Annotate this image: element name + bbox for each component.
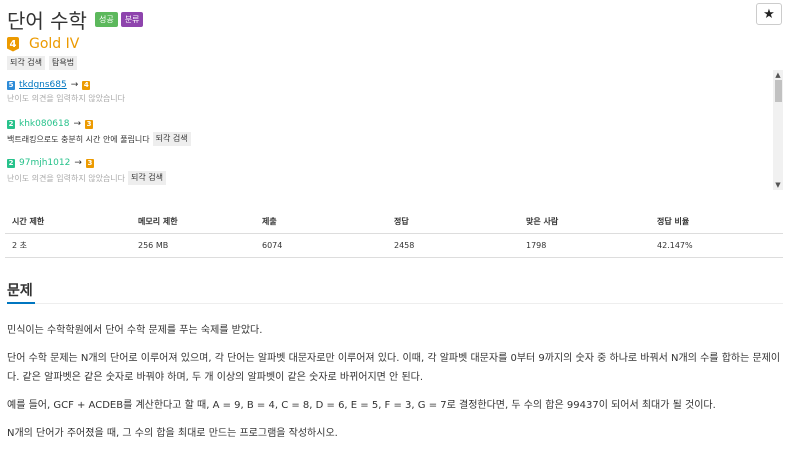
- arrow-icon: →: [73, 119, 82, 129]
- section-divider: [7, 303, 783, 304]
- accept-rate-value: 42.147%: [657, 241, 693, 250]
- accepted-value: 2458: [394, 241, 415, 250]
- opinion-text: 난이도 의견을 입력하지 않았습니다: [7, 173, 126, 183]
- user-level-icon: 2: [7, 158, 15, 168]
- scroll-down-icon[interactable]: ▼: [773, 180, 783, 190]
- header-memory-limit: 메모리 제한: [138, 216, 178, 226]
- star-button[interactable]: ★: [756, 3, 782, 25]
- table-row: 2 초 256 MB 6074 2458 1798 42.147%: [5, 234, 783, 258]
- opinion-text: 난이도 의견을 입력하지 않았습니다: [7, 94, 126, 103]
- description-paragraph: 민식이는 수학학원에서 단어 수학 문제를 푸는 숙제를 받았다.: [7, 325, 263, 336]
- page-title: 단어 수학: [7, 9, 87, 33]
- tier-label[interactable]: Gold IV: [29, 36, 79, 52]
- header-accept-rate: 정답 비율: [657, 216, 690, 226]
- opinion-item: 2 khk080618 → 3 백트래킹으로도 충분히 시간 안에 풀립니다 되…: [7, 119, 195, 146]
- time-limit-value: 2 초: [12, 241, 27, 250]
- description-paragraph: N개의 단어가 주어졌을 때, 그 수의 합을 최대로 만드는 프로그램을 작성…: [7, 428, 338, 439]
- target-level-icon: 4: [82, 80, 91, 90]
- header-solvers: 맞은 사람: [526, 216, 559, 226]
- opinion-user-link[interactable]: khk080618: [19, 119, 69, 129]
- success-badge[interactable]: 성공: [94, 12, 118, 27]
- description-paragraph: 예를 들어, GCF + ACDEB를 계산한다고 할 때, A = 9, B …: [7, 400, 716, 411]
- scroll-up-icon[interactable]: ▲: [773, 70, 783, 80]
- target-level-icon: 3: [85, 158, 94, 168]
- problem-info-table: 시간 제한 메모리 제한 제출 정답 맞은 사람 정답 비율 2 초 256 M…: [5, 209, 783, 258]
- opinion-tag[interactable]: 되각 검색: [128, 171, 167, 185]
- tier-row: 4 Gold IV: [7, 36, 79, 52]
- tag-greedy[interactable]: 탐욕법: [48, 56, 78, 70]
- memory-limit-value: 256 MB: [138, 241, 169, 250]
- section-title: 문제: [7, 283, 33, 299]
- header-time-limit: 시간 제한: [12, 216, 45, 226]
- category-badge[interactable]: 분류: [120, 12, 144, 27]
- opinion-text: 백트래킹으로도 충분히 시간 안에 풀립니다: [7, 134, 150, 144]
- arrow-icon: →: [74, 158, 82, 168]
- section-title-underline: [7, 302, 35, 304]
- opinion-scrollbar[interactable]: ▲ ▼: [773, 70, 783, 190]
- tag-backtracking[interactable]: 되각 검색: [7, 56, 45, 70]
- user-level-icon: 2: [7, 119, 15, 129]
- submissions-value: 6074: [262, 241, 283, 250]
- opinion-tag[interactable]: 되각 검색: [152, 132, 191, 146]
- arrow-icon: →: [70, 80, 79, 90]
- opinion-item: 2 97mjh1012 → 3 난이도 의견을 입력하지 않았습니다 되각 검색: [7, 158, 170, 185]
- opinion-user-link[interactable]: tkdgns685: [19, 80, 67, 90]
- difficulty-opinion-list: 5 tkdgns685 → 4 난이도 의견을 입력하지 않았습니다 2 khk…: [5, 70, 783, 190]
- tag-list: 되각 검색 탐욕법: [7, 56, 81, 70]
- header-submissions: 제출: [262, 216, 277, 226]
- target-level-icon: 3: [85, 119, 94, 129]
- title-row: 단어 수학 성공 분류: [7, 5, 144, 34]
- scrollbar-thumb[interactable]: [775, 80, 782, 102]
- opinion-user-link[interactable]: 97mjh1012: [19, 158, 70, 168]
- user-level-icon: 5: [7, 80, 15, 90]
- header-accepted: 정답: [394, 216, 409, 226]
- solvers-value: 1798: [526, 241, 547, 250]
- table-header: 시간 제한 메모리 제한 제출 정답 맞은 사람 정답 비율: [5, 209, 783, 234]
- description-paragraph: 단어 수학 문제는 N개의 단어로 이루어져 있으며, 각 단어는 알파벳 대문…: [7, 353, 781, 383]
- tier-icon: 4: [7, 36, 19, 52]
- opinion-item: 5 tkdgns685 → 4 난이도 의견을 입력하지 않았습니다: [7, 80, 125, 104]
